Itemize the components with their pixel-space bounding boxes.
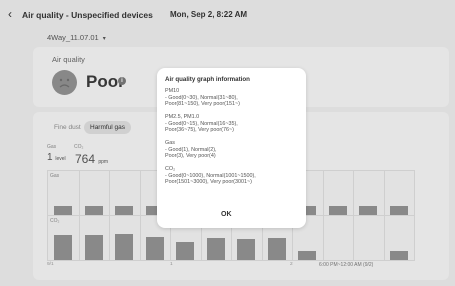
dialog-info-line: Gas [165,140,175,146]
dialog-info-line: - Good(0~15), Normal(16~35), [165,120,238,127]
dialog-info-line: Poor(1501~3000), Very poor(3001~) [165,179,252,185]
ok-button[interactable]: OK [221,211,232,218]
dialog-info-line: Poor(3), Very poor(4) [165,153,216,159]
dialog-info-line: - Good(1), Normal(2), [165,146,217,153]
graph-info-dialog: Air quality graph information OK PM10- G… [157,68,306,228]
dialog-info-line: Poor(81~150), Very poor(151~) [165,101,240,107]
dialog-info-line: PM10 [165,88,180,94]
dialog-title: Air quality graph information [165,76,250,83]
dialog-info-line: - Good(0~30), Normal(31~80), [165,94,238,101]
dialog-info-line: - Good(0~1000), Normal(1001~1500), [165,172,256,179]
dialog-info-line: CO₂ [165,166,176,172]
dialog-info-line: Poor(36~75), Very poor(76~) [165,127,234,133]
dialog-info-line: PM2.5, PM1.0 [165,114,200,120]
